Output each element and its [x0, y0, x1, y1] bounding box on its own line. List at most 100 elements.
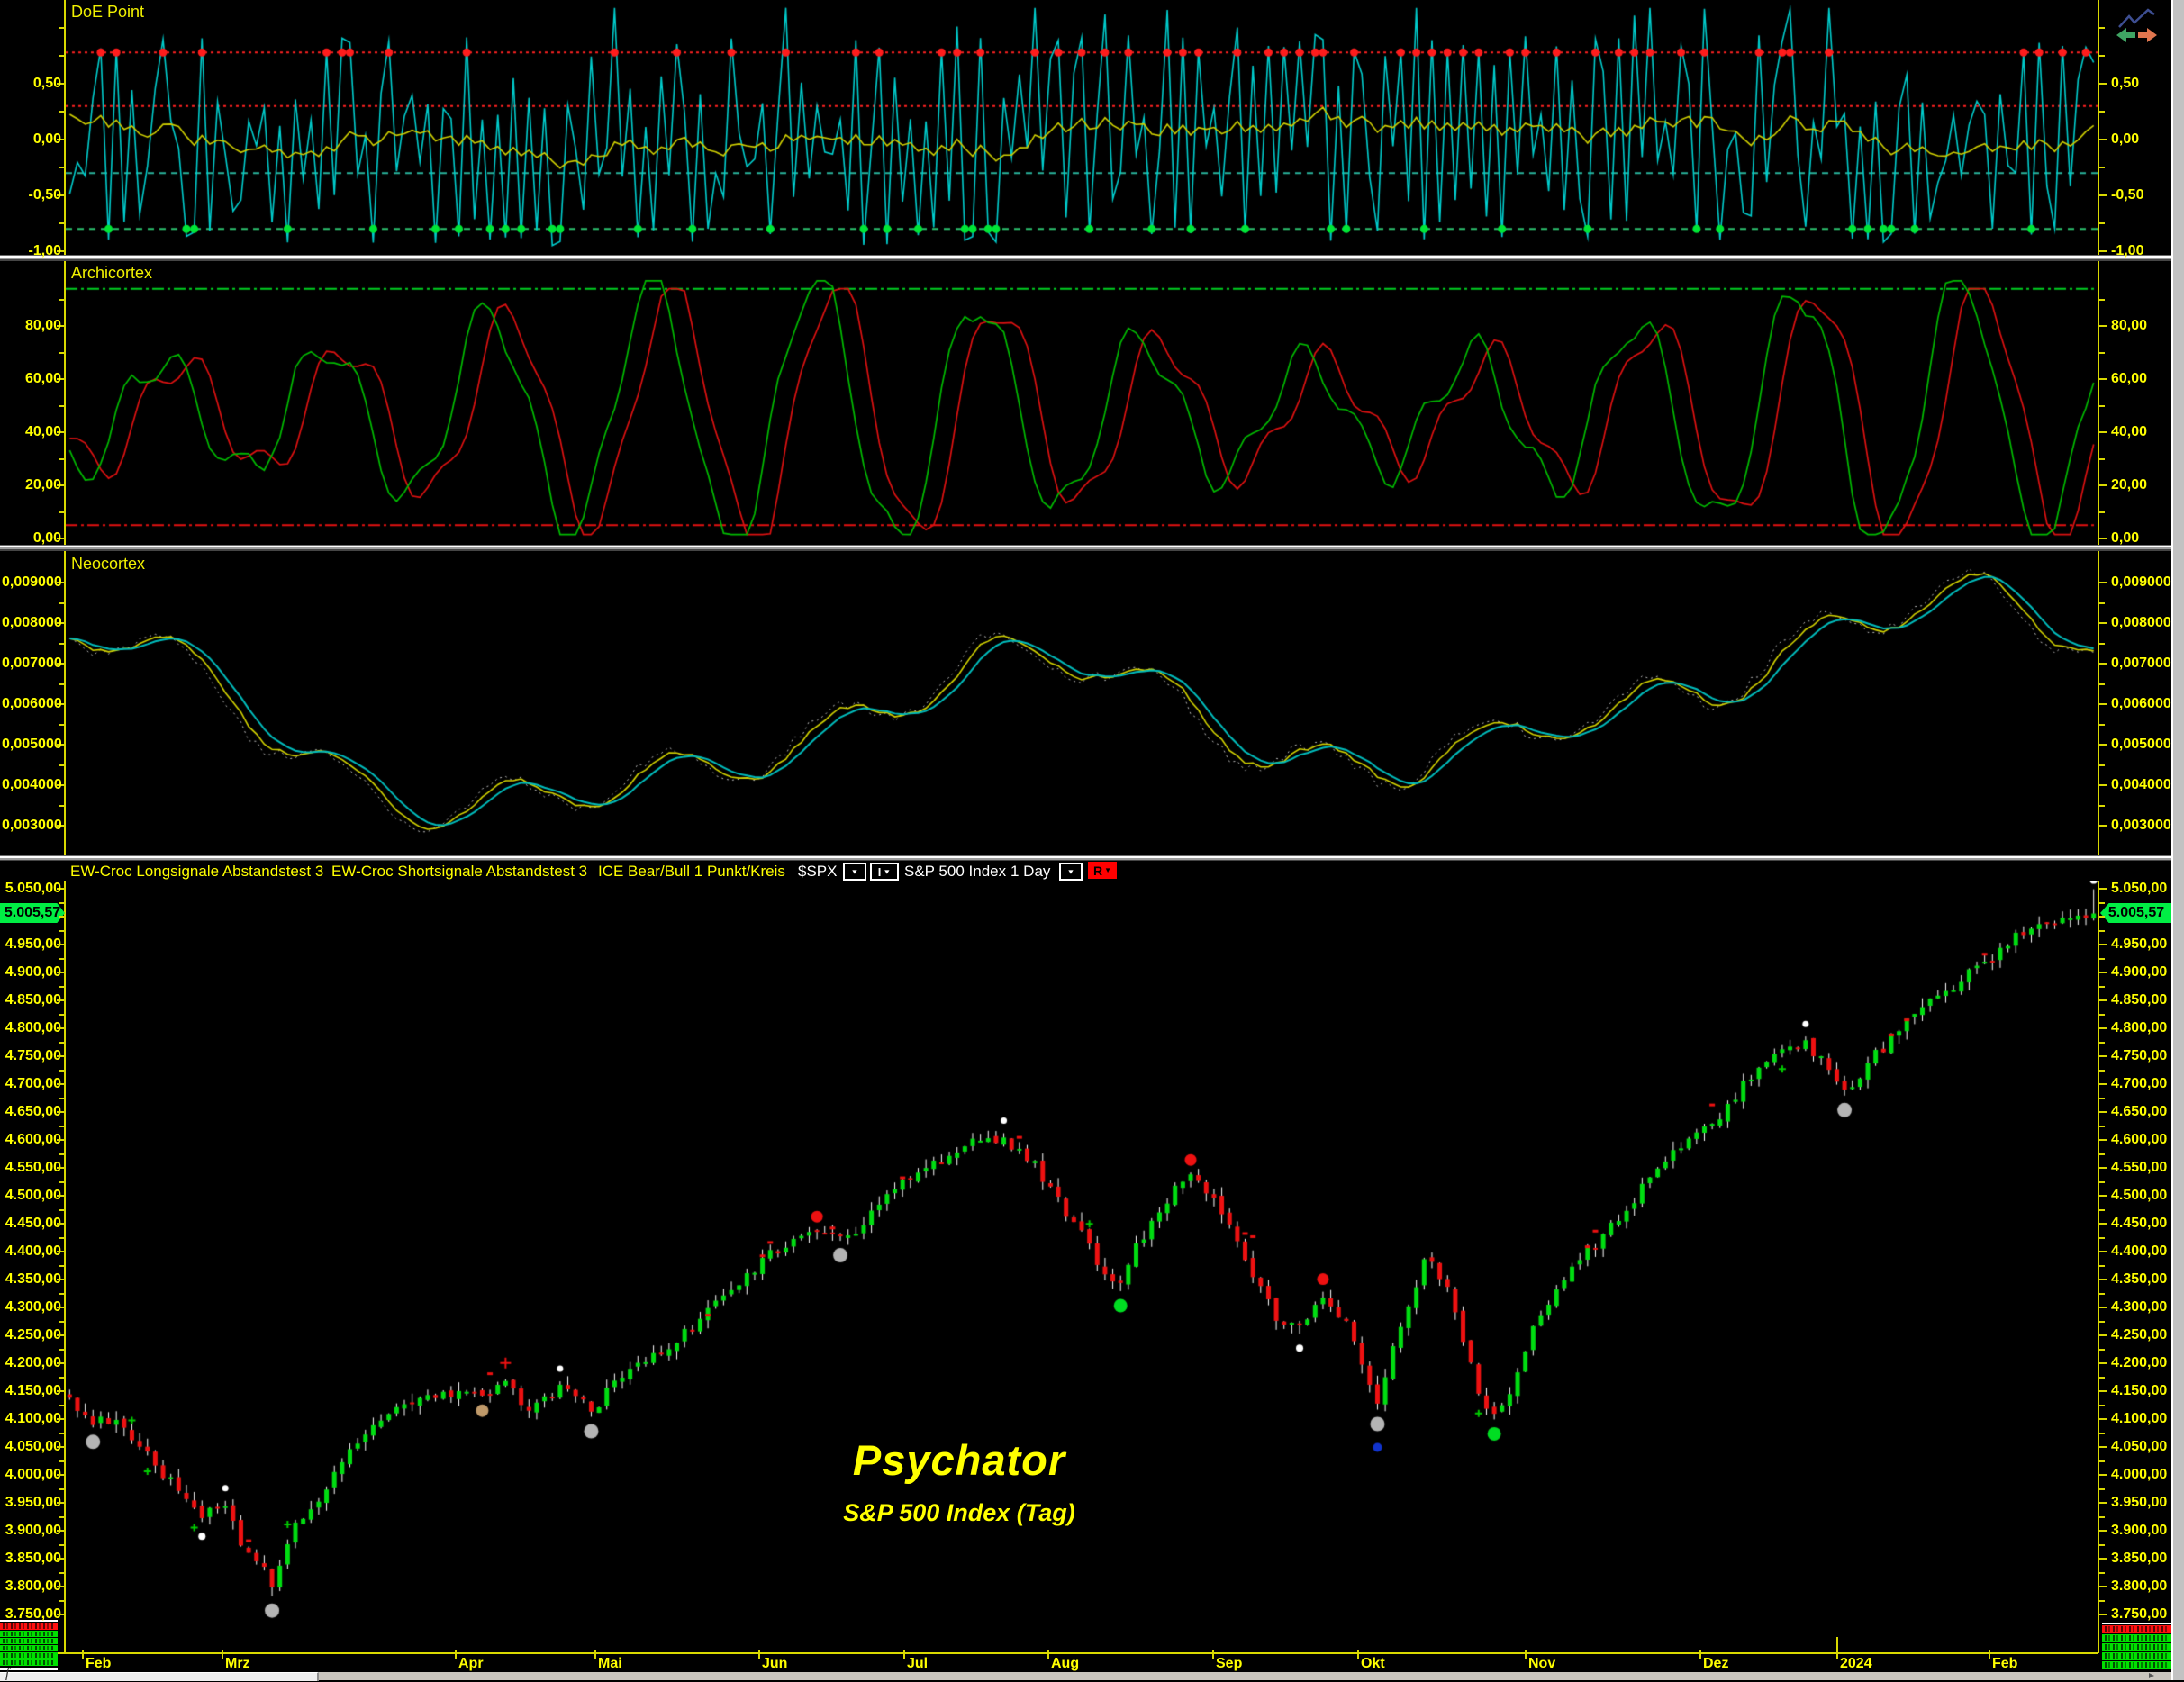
axis-minor-tick: [2099, 1376, 2105, 1379]
axis-minor-tick: [2099, 1432, 2105, 1434]
axis-minor-tick: [59, 55, 65, 57]
price-tick-label: 4.000,00: [2111, 1467, 2168, 1482]
price-tick-label: 4.900,00: [2111, 964, 2168, 980]
x-axis-label: Okt: [1361, 1656, 1385, 1671]
neocortex-ytick-label: 0,003000: [2111, 818, 2171, 833]
month-tick: [455, 1650, 457, 1659]
realtime-button[interactable]: R ▼: [1088, 862, 1117, 879]
indicator-label-short[interactable]: EW-Croc Shortsignale Abstandstest 3: [331, 862, 587, 881]
back-forward-arrows-icon[interactable]: [2114, 7, 2159, 47]
axis-tick: [2099, 663, 2107, 665]
back-arrow-icon[interactable]: [2116, 28, 2135, 42]
corner-quote-table-left: [0, 1620, 58, 1670]
x-axis-label: Jul: [907, 1656, 929, 1671]
axis-minor-tick: [2099, 1599, 2105, 1602]
axis-minor-tick: [59, 1460, 65, 1462]
price-tick-label: 4.150,00: [5, 1383, 61, 1398]
axis-minor-tick: [2099, 1404, 2105, 1406]
month-tick: [1212, 1650, 1214, 1659]
x-axis-label: Aug: [1051, 1656, 1080, 1671]
axis-minor-tick: [59, 1153, 65, 1155]
month-tick: [1836, 1637, 1838, 1659]
axis-minor-tick: [59, 1264, 65, 1267]
price-tick-label: 4.800,00: [2111, 1020, 2168, 1035]
price-tick-label: 4.450,00: [2111, 1216, 2168, 1231]
axis-minor-tick: [2099, 1139, 2105, 1141]
axis-minor-tick: [59, 1530, 65, 1532]
axis-minor-tick: [2099, 1530, 2105, 1532]
axis-minor-tick: [2099, 1320, 2105, 1323]
neocortex-ytick-label: 0,005000: [2, 737, 61, 752]
price-tick-label: 3.900,00: [5, 1523, 61, 1538]
axis-minor-tick: [2099, 1515, 2105, 1518]
axis-minor-tick: [2099, 55, 2105, 57]
axis-minor-tick: [59, 1586, 65, 1587]
timeframe-label: 1 Day: [1010, 863, 1051, 880]
price-tick-label: 4.000,00: [5, 1467, 61, 1482]
axis-minor-tick: [59, 511, 65, 513]
axis-minor-tick: [59, 167, 65, 168]
axis-minor-tick: [2099, 957, 2105, 960]
neocortex-ytick-label: 0,006000: [2111, 696, 2171, 711]
panel-splitter-1[interactable]: [0, 255, 2184, 261]
interval-dropdown-button[interactable]: I ▼: [870, 863, 899, 881]
price-tick-label: 3.750,00: [5, 1606, 61, 1622]
axis-minor-tick: [59, 1558, 65, 1560]
axis-tick: [2099, 325, 2107, 327]
neocortex-ytick-label: 0,003000: [2, 818, 61, 833]
axis-minor-tick: [2099, 916, 2105, 918]
doe-ytick-label: -0,50: [2111, 187, 2144, 203]
horizontal-scrollbar[interactable]: f: [0, 1667, 2184, 1681]
month-tick: [222, 1650, 223, 1659]
axis-minor-tick: [59, 1614, 65, 1615]
price-tick-label: 3.850,00: [2111, 1551, 2168, 1566]
price-tick-label: 4.950,00: [2111, 936, 2168, 952]
axis-minor-tick: [59, 1307, 65, 1308]
axis-minor-tick: [2099, 1027, 2105, 1029]
chart-watermark: Psychator S&P 500 Index (Tag): [671, 1435, 1247, 1527]
neocortex-chart-canvas[interactable]: [66, 551, 2098, 855]
axis-minor-tick: [2099, 1111, 2105, 1113]
archicortex-chart-canvas[interactable]: [66, 261, 2098, 545]
price-tick-label: 4.250,00: [5, 1327, 61, 1343]
x-axis-label: Mai: [598, 1656, 622, 1671]
timeframe-dropdown-button[interactable]: ▼: [1059, 863, 1083, 881]
axis-minor-tick: [2099, 1180, 2105, 1183]
archicortex-ytick-label: 80,00: [24, 318, 61, 333]
x-axis-label: Feb: [86, 1656, 112, 1671]
candlestick-chart-canvas[interactable]: [66, 881, 2098, 1653]
axis-minor-tick: [2099, 27, 2105, 29]
indicator-label-long[interactable]: EW-Croc Longsignale Abstandstest 3: [70, 862, 323, 881]
symbol-dropdown-button[interactable]: ▼: [843, 863, 866, 881]
x-axis-label: Nov: [1528, 1656, 1556, 1671]
axis-minor-tick: [59, 1111, 65, 1113]
axis-minor-tick: [59, 901, 65, 904]
instrument-label: S&P 500 Index: [904, 863, 1007, 880]
price-tick-label: 4.850,00: [5, 992, 61, 1008]
forward-arrow-icon[interactable]: [2138, 28, 2157, 42]
panel-splitter-2[interactable]: [0, 545, 2184, 551]
doe-point-chart-canvas[interactable]: [66, 0, 2098, 255]
scroll-arrow-icon[interactable]: [2149, 1673, 2154, 1678]
indicator-label-ice[interactable]: ICE Bear/Bull 1 Punkt/Kreis: [598, 862, 785, 881]
price-tick-label: 4.500,00: [2111, 1188, 2168, 1203]
axis-minor-tick: [59, 1404, 65, 1406]
price-tick-label: 4.300,00: [2111, 1299, 2168, 1315]
price-tick-label: 4.700,00: [5, 1076, 61, 1091]
axis-minor-tick: [59, 404, 65, 407]
axis-minor-tick: [2099, 1083, 2105, 1085]
axis-minor-tick: [59, 957, 65, 960]
price-tick-label: 4.600,00: [5, 1132, 61, 1147]
price-tick-label: 4.100,00: [2111, 1411, 2168, 1426]
x-axis-label: Jun: [762, 1656, 788, 1671]
axis-minor-tick: [59, 1502, 65, 1504]
axis-minor-tick: [2099, 1558, 2105, 1560]
axis-minor-tick: [59, 1041, 65, 1044]
axis-minor-tick: [2099, 1586, 2105, 1587]
archicortex-ytick-label: 60,00: [24, 371, 61, 386]
chevron-down-icon: ▼: [1104, 866, 1112, 874]
axis-minor-tick: [2099, 944, 2105, 945]
axis-minor-tick: [59, 1083, 65, 1085]
doe-ytick-label: -1,00: [2111, 243, 2144, 258]
axis-minor-tick: [59, 111, 65, 113]
